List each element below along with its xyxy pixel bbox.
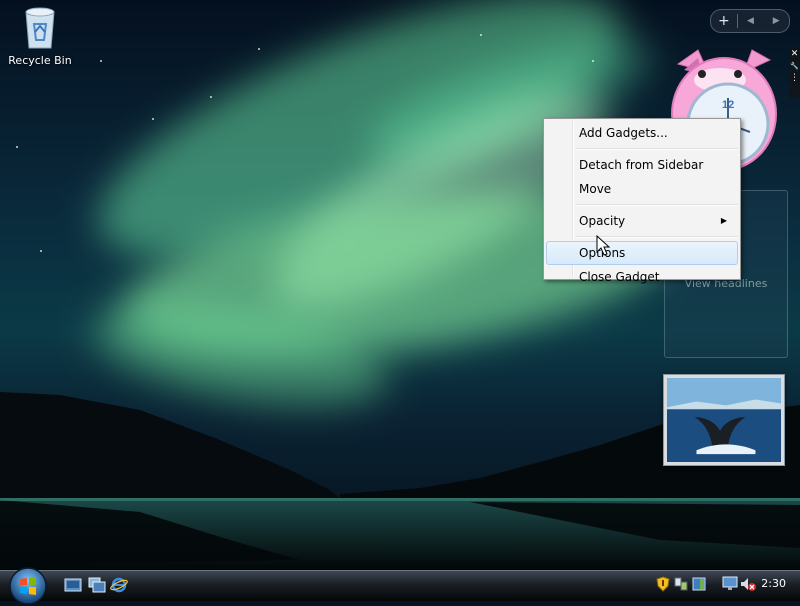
whale-tail-photo bbox=[667, 378, 781, 462]
network-icon[interactable] bbox=[674, 576, 688, 592]
menu-separator bbox=[576, 148, 738, 150]
taskbar-clock[interactable]: 2:30 bbox=[761, 577, 786, 590]
menu-item-label: Opacity bbox=[579, 214, 626, 228]
notification-area: 2:30 bbox=[648, 572, 800, 598]
menu-item-add-gadgets[interactable]: Add Gadgets... bbox=[546, 121, 738, 145]
internet-explorer-icon[interactable] bbox=[110, 577, 128, 593]
recycle-bin-icon bbox=[20, 4, 60, 50]
menu-item-opacity[interactable]: Opacity ▶ bbox=[546, 209, 738, 233]
menu-item-options[interactable]: Options bbox=[546, 241, 738, 265]
sidebar-control-bar: + ◀ ▶ bbox=[710, 9, 790, 33]
security-shield-icon[interactable] bbox=[656, 576, 670, 592]
menu-item-detach-from-sidebar[interactable]: Detach from Sidebar bbox=[546, 153, 738, 177]
clock-numeral: 12 bbox=[722, 99, 734, 111]
switch-windows-icon[interactable] bbox=[88, 577, 106, 593]
display-icon[interactable] bbox=[722, 576, 738, 592]
gadget-context-menu: Add Gadgets... Detach from Sidebar Move … bbox=[543, 118, 741, 284]
mouse-pointer-icon bbox=[596, 235, 611, 256]
menu-separator bbox=[576, 204, 738, 206]
close-gadget-icon[interactable]: ✕ bbox=[791, 48, 799, 60]
recycle-bin-desktop-icon[interactable]: Recycle Bin bbox=[6, 4, 74, 67]
submenu-arrow-icon: ▶ bbox=[720, 216, 727, 225]
menu-item-close-gadget[interactable]: Close Gadget bbox=[546, 265, 738, 289]
sidebar-icon[interactable] bbox=[692, 576, 706, 592]
menu-item-move[interactable]: Move bbox=[546, 177, 738, 201]
show-desktop-icon[interactable] bbox=[64, 577, 82, 593]
start-button[interactable] bbox=[8, 566, 48, 606]
desktop-icon-label: Recycle Bin bbox=[8, 54, 72, 67]
add-gadget-button[interactable]: + bbox=[711, 10, 737, 32]
gadget-toolbar: ✕ 🔧 ⋮ bbox=[789, 48, 800, 98]
volume-muted-icon[interactable] bbox=[740, 576, 756, 592]
wrench-icon[interactable]: 🔧 bbox=[790, 60, 799, 72]
drag-handle-icon[interactable]: ⋮ bbox=[790, 72, 799, 84]
slideshow-gadget[interactable] bbox=[663, 374, 785, 466]
next-page-button[interactable]: ▶ bbox=[763, 10, 789, 32]
previous-page-button[interactable]: ◀ bbox=[738, 10, 764, 32]
